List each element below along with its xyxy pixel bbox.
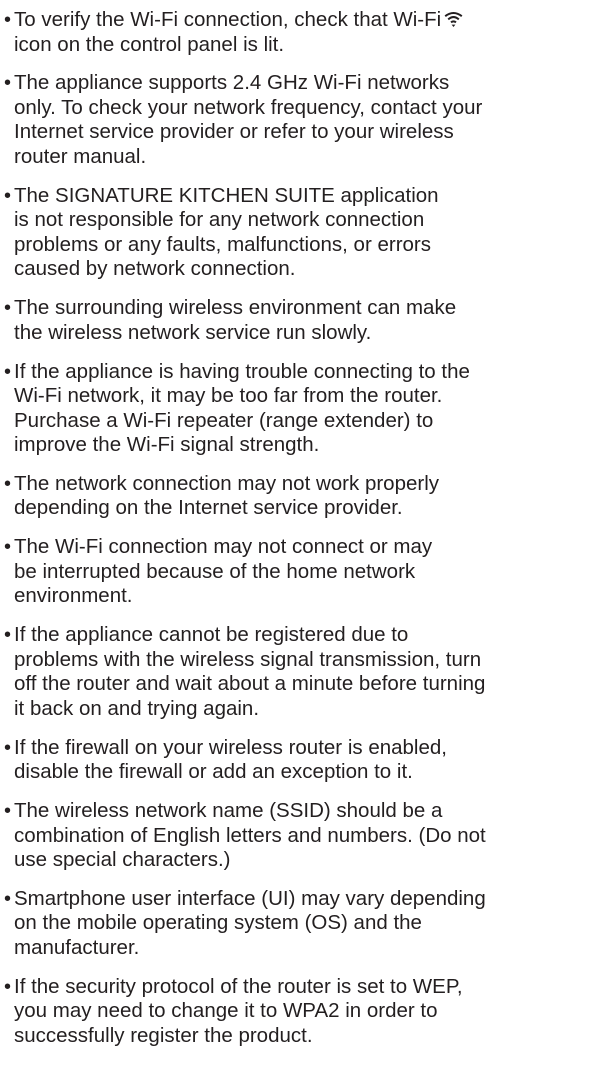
- note-line: on the mobile operating system (OS) and …: [14, 911, 422, 935]
- note-line: router manual.: [14, 144, 147, 168]
- note-text: If the appliance is having trouble conne…: [14, 360, 584, 458]
- note-line: problems with the wireless signal transm…: [14, 647, 482, 671]
- note-line: environment.: [14, 584, 133, 608]
- note-text: If the appliance cannot be registered du…: [14, 623, 584, 721]
- note-line: caused by network connection.: [14, 257, 296, 281]
- bullet: •: [4, 72, 12, 95]
- note-line: depending on the Internet service provid…: [14, 496, 403, 520]
- note-text: The appliance supports 2.4 GHz Wi-Fi net…: [14, 71, 584, 169]
- note-item: • The Wi-Fi connection may not connect o…: [4, 535, 584, 609]
- note-text: The network connection may not work prop…: [14, 472, 584, 521]
- note-line: improve the Wi-Fi signal strength.: [14, 433, 320, 457]
- note-line: Wi-Fi network, it may be too far from th…: [14, 384, 443, 408]
- note-line: The wireless network name (SSID) should …: [14, 799, 443, 823]
- note-item: • The surrounding wireless environment c…: [4, 296, 584, 345]
- note-line: combination of English letters and numbe…: [14, 823, 486, 847]
- note-item: • If the security protocol of the router…: [4, 975, 584, 1049]
- bullet: •: [4, 360, 12, 383]
- bullet: •: [4, 9, 12, 31]
- note-line: If the appliance cannot be registered du…: [14, 623, 409, 647]
- note-line: The appliance supports 2.4 GHz Wi-Fi net…: [14, 71, 450, 95]
- note-line: If the security protocol of the router i…: [14, 974, 463, 998]
- note-item: • The SIGNATURE KITCHEN SUITE applicatio…: [4, 184, 584, 282]
- bullet: •: [4, 297, 12, 320]
- note-line: successfully register the product.: [14, 1023, 313, 1047]
- note-line: The SIGNATURE KITCHEN SUITE application: [14, 183, 439, 207]
- bullet: •: [4, 800, 12, 823]
- note-line: problems or any faults, malfunctions, or…: [14, 232, 431, 256]
- bullet: •: [4, 184, 12, 207]
- note-item: • Smartphone user interface (UI) may var…: [4, 887, 584, 961]
- note-line: Internet service provider or refer to yo…: [14, 120, 454, 144]
- note-line: use special characters.): [14, 848, 231, 872]
- note-line: Smartphone user interface (UI) may vary …: [14, 886, 486, 910]
- bullet: •: [4, 975, 12, 998]
- note-line: The Wi-Fi connection may not connect or …: [14, 535, 433, 559]
- note-text: The wireless network name (SSID) should …: [14, 799, 584, 873]
- note-line: off the router and wait about a minute b…: [14, 672, 486, 696]
- note-line: The network connection may not work prop…: [14, 471, 440, 495]
- note-line: disable the firewall or add an exception…: [14, 760, 413, 784]
- note-line: The surrounding wireless environment can…: [14, 296, 457, 320]
- note-item: • The wireless network name (SSID) shoul…: [4, 799, 584, 873]
- note-item: • If the appliance is having trouble con…: [4, 360, 584, 458]
- wifi-icon: [444, 12, 463, 27]
- bullet: •: [4, 536, 12, 559]
- note-item: • If the appliance cannot be registered …: [4, 623, 584, 721]
- note-line: you may need to change it to WPA2 in ord…: [14, 999, 438, 1023]
- bullet: •: [4, 472, 12, 495]
- bullet: •: [4, 887, 12, 910]
- note-line: the wireless network service run slowly.: [14, 320, 372, 344]
- note-line: icon on the control panel is lit.: [14, 32, 285, 56]
- note-line: If the firewall on your wireless router …: [14, 735, 447, 759]
- note-item: • If the firewall on your wireless route…: [4, 736, 584, 785]
- note-text: The Wi-Fi connection may not connect or …: [14, 535, 584, 609]
- note-line: To verify the Wi-Fi connection, check th…: [14, 8, 442, 31]
- note-item: • The appliance supports 2.4 GHz Wi-Fi n…: [4, 71, 584, 169]
- note-line: be interrupted because of the home netwo…: [14, 559, 416, 583]
- note-line: it back on and trying again.: [14, 696, 260, 720]
- bullet: •: [4, 624, 12, 647]
- note-text: If the security protocol of the router i…: [14, 975, 584, 1049]
- note-text: The surrounding wireless environment can…: [14, 296, 584, 345]
- note-line: If the appliance is having trouble conne…: [14, 359, 470, 383]
- note-item: • To verify the Wi-Fi connection, check …: [4, 8, 584, 57]
- note-line: only. To check your network frequency, c…: [14, 95, 483, 119]
- note-text: The SIGNATURE KITCHEN SUITE application …: [14, 184, 584, 282]
- note-line: is not responsible for any network conne…: [14, 208, 425, 232]
- note-text: To verify the Wi-Fi connection, check th…: [14, 8, 584, 57]
- note-line: manufacturer.: [14, 935, 140, 959]
- note-text: If the firewall on your wireless router …: [14, 736, 584, 785]
- note-line: Purchase a Wi-Fi repeater (range extende…: [14, 408, 434, 432]
- note-text: Smartphone user interface (UI) may vary …: [14, 887, 584, 961]
- notes-list: • To verify the Wi-Fi connection, check …: [0, 0, 592, 1048]
- bullet: •: [4, 736, 12, 759]
- note-item: • The network connection may not work pr…: [4, 472, 584, 521]
